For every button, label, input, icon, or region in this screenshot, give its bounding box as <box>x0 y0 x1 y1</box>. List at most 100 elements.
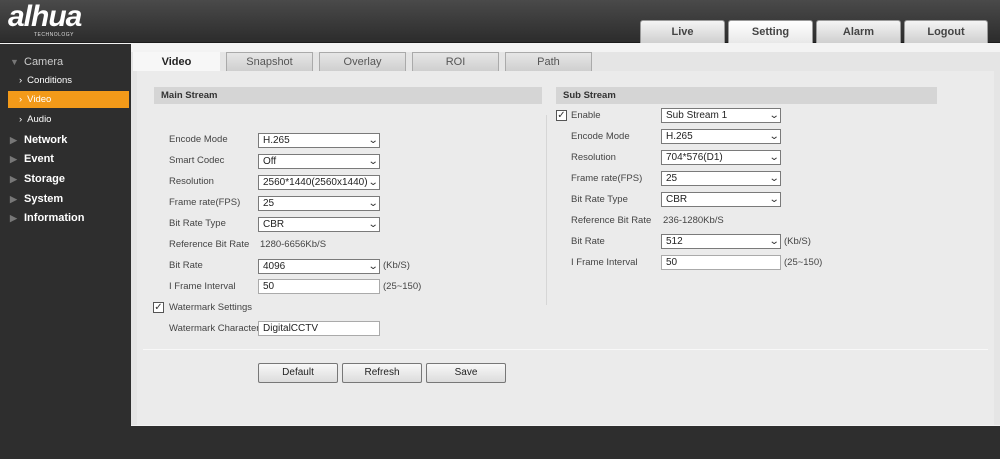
smart-codec-label: Smart Codec <box>169 155 225 166</box>
sidebar-item-label: Conditions <box>27 75 73 86</box>
sidebar-item-video[interactable]: › Video <box>8 91 129 108</box>
sub-encode-mode-select[interactable]: H.265 ⌄ <box>661 129 781 144</box>
reference-bit-rate-value: 1280-6656Kb/S <box>260 239 327 250</box>
sidebar-item-storage[interactable]: ▶ Storage <box>0 170 131 188</box>
sub-bit-rate-label: Bit Rate <box>571 236 605 247</box>
chevron-down-icon: ⌄ <box>367 261 379 272</box>
tab-path[interactable]: Path <box>505 52 592 71</box>
caret-right-icon: ▶ <box>10 154 17 164</box>
watermark-character-input[interactable]: DigitalCCTV <box>258 321 380 336</box>
sidebar-item-conditions[interactable]: › Conditions <box>8 72 129 89</box>
chevron-down-icon: ⌄ <box>768 131 780 142</box>
sidebar-item-audio[interactable]: › Audio <box>8 111 129 128</box>
bit-rate-unit: (Kb/S) <box>383 260 410 271</box>
sub-stream-header: Sub Stream <box>556 87 937 104</box>
refresh-button[interactable]: Refresh <box>342 363 422 383</box>
tab-logout[interactable]: Logout <box>904 20 988 43</box>
sidebar-item-label: Storage <box>24 173 65 185</box>
sub-frame-rate-label: Frame rate(FPS) <box>571 173 643 184</box>
settings-panel: Main Stream Encode Mode H.265 ⌄ Smart Cod… <box>137 71 994 425</box>
sidebar-item-label: Audio <box>27 114 52 125</box>
caret-down-icon: ▼ <box>10 57 19 67</box>
top-bar: alhua TECHNOLOGY Live Setting Alarm Logo… <box>0 0 1000 43</box>
main-resolution-select[interactable]: 2560*1440(2560x1440) ⌄ <box>258 175 380 190</box>
chevron-down-icon: ⌄ <box>367 156 379 167</box>
save-button[interactable]: Save <box>426 363 506 383</box>
select-value: H.265 <box>666 131 693 142</box>
select-value: 4096 <box>263 261 286 272</box>
bit-rate-type-label: Bit Rate Type <box>169 218 226 229</box>
select-value: CBR <box>263 219 285 230</box>
sidebar-item-information[interactable]: ▶ Information <box>0 209 131 227</box>
sidebar-item-label: Video <box>27 94 52 105</box>
main-frame-rate-select[interactable]: 25 ⌄ <box>258 196 380 211</box>
sub-bit-rate-select[interactable]: 512 ⌄ <box>661 234 781 249</box>
brand-logo-subtitle: TECHNOLOGY <box>34 32 75 38</box>
chevron-down-icon: ⌄ <box>367 219 379 230</box>
sub-stream-enable-checkbox[interactable]: ✓ <box>556 110 567 121</box>
sub-resolution-label: Resolution <box>571 152 616 163</box>
tab-snapshot[interactable]: Snapshot <box>226 52 313 71</box>
caret-right-icon: ▶ <box>10 213 17 223</box>
caret-right-icon: ▶ <box>10 135 17 145</box>
frame-rate-label: Frame rate(FPS) <box>169 197 241 208</box>
default-button[interactable]: Default <box>258 363 338 383</box>
sub-bit-rate-type-select[interactable]: CBR ⌄ <box>661 192 781 207</box>
sidebar-item-network[interactable]: ▶ Network <box>0 131 131 149</box>
watermark-character-label: Watermark Character <box>169 323 260 334</box>
tab-video[interactable]: Video <box>133 52 220 71</box>
select-value: 704*576(D1) <box>666 152 723 163</box>
sub-iframe-interval-input[interactable]: 50 <box>661 255 781 270</box>
encode-mode-label: Encode Mode <box>169 134 228 145</box>
reference-bit-rate-label: Reference Bit Rate <box>169 239 250 250</box>
select-value: Off <box>263 156 277 167</box>
tab-roi[interactable]: ROI <box>412 52 499 71</box>
watermark-settings-checkbox[interactable]: ✓ <box>153 302 164 313</box>
tab-live[interactable]: Live <box>640 20 725 43</box>
main-iframe-interval-input[interactable]: 50 <box>258 279 380 294</box>
chevron-down-icon: ⌄ <box>768 173 780 184</box>
chevron-right-icon: › <box>19 94 23 105</box>
sub-reference-bit-rate-value: 236-1280Kb/S <box>663 215 724 226</box>
select-value: 25 <box>666 173 678 184</box>
main-bit-rate-select[interactable]: 4096 ⌄ <box>258 259 380 274</box>
chevron-down-icon: ⌄ <box>367 177 379 188</box>
select-value: 25 <box>263 198 275 209</box>
select-value: Sub Stream 1 <box>666 110 728 121</box>
sub-reference-bit-rate-label: Reference Bit Rate <box>571 215 652 226</box>
enable-label: Enable <box>571 110 601 121</box>
sub-bit-rate-type-label: Bit Rate Type <box>571 194 628 205</box>
sub-frame-rate-select[interactable]: 25 ⌄ <box>661 171 781 186</box>
sidebar-item-system[interactable]: ▶ System <box>0 190 131 208</box>
sidebar-item-label: Information <box>24 212 85 224</box>
column-divider <box>546 115 547 305</box>
main-smart-codec-select[interactable]: Off ⌄ <box>258 154 380 169</box>
main-encode-mode-select[interactable]: H.265 ⌄ <box>258 133 380 148</box>
chevron-right-icon: › <box>19 114 23 125</box>
sub-resolution-select[interactable]: 704*576(D1) ⌄ <box>661 150 781 165</box>
watermark-settings-label: Watermark Settings <box>169 302 253 313</box>
sidebar-item-event[interactable]: ▶ Event <box>0 150 131 168</box>
sub-stream-select[interactable]: Sub Stream 1 ⌄ <box>661 108 781 123</box>
resolution-label: Resolution <box>169 176 214 187</box>
tab-setting[interactable]: Setting <box>728 20 813 43</box>
select-value: 2560*1440(2560x1440) <box>263 177 368 188</box>
main-stream-header: Main Stream <box>154 87 542 104</box>
tab-alarm[interactable]: Alarm <box>816 20 901 43</box>
content-area: Video Snapshot Overlay ROI Path Main Str… <box>131 52 1000 425</box>
select-value: CBR <box>666 194 688 205</box>
sidebar-item-camera[interactable]: ▼ Camera <box>0 53 131 71</box>
main-bit-rate-type-select[interactable]: CBR ⌄ <box>258 217 380 232</box>
caret-right-icon: ▶ <box>10 174 17 184</box>
sidebar-item-label: Event <box>24 153 54 165</box>
brand-logo: alhua <box>8 0 82 33</box>
chevron-right-icon: › <box>19 75 23 86</box>
sidebar-item-label: Network <box>24 134 68 146</box>
chevron-down-icon: ⌄ <box>367 135 379 146</box>
tab-overlay[interactable]: Overlay <box>319 52 406 71</box>
iframe-interval-range: (25~150) <box>383 281 422 292</box>
caret-right-icon: ▶ <box>10 194 17 204</box>
chevron-down-icon: ⌄ <box>768 152 780 163</box>
bottom-bar <box>0 426 1000 459</box>
sub-iframe-interval-label: I Frame Interval <box>571 257 638 268</box>
